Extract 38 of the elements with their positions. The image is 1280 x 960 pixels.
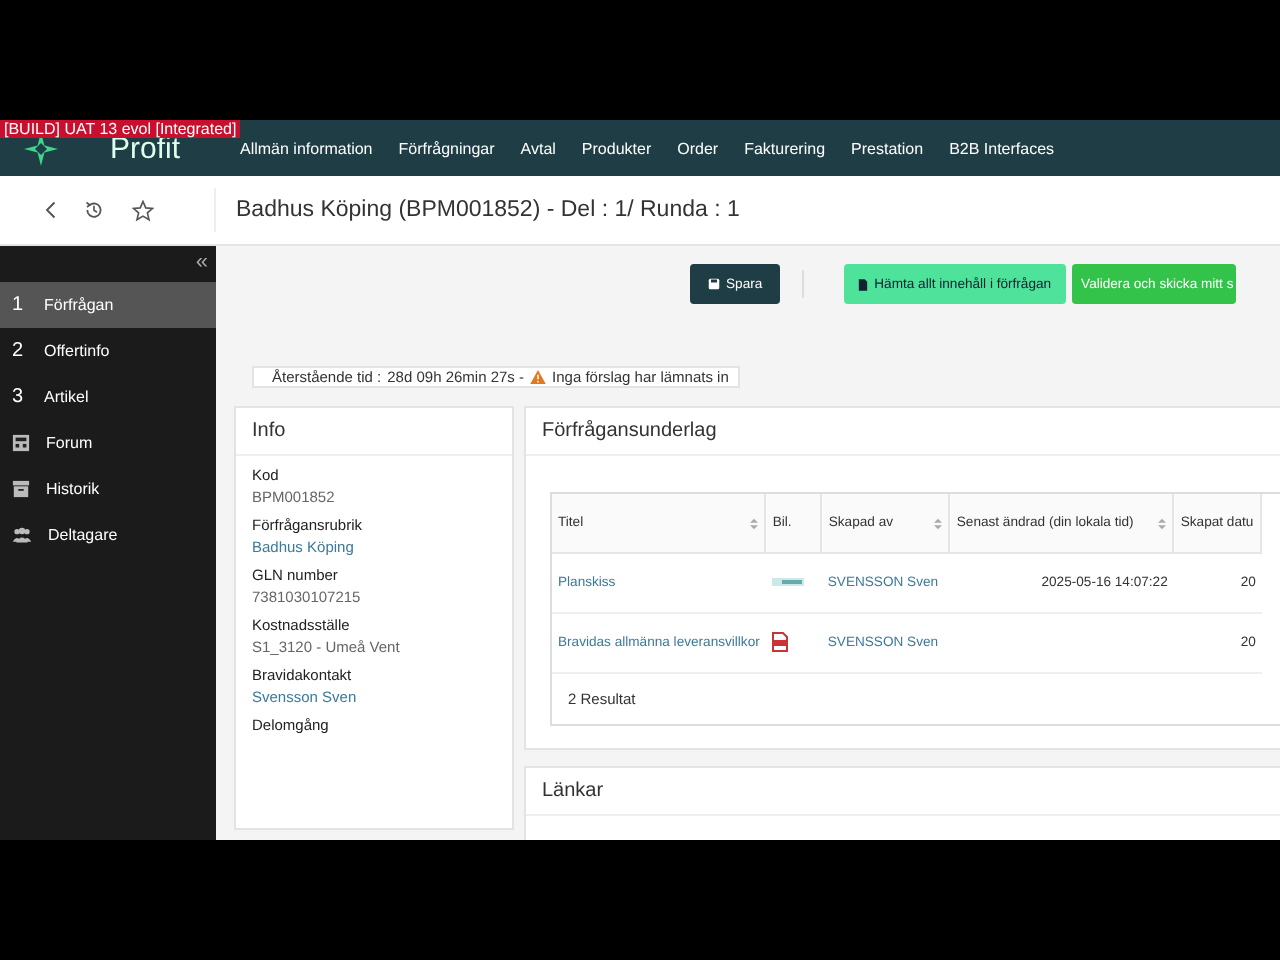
panel-title: Förfrågansunderlag [526,408,1280,456]
sidebar-item[interactable]: Historik [0,466,216,512]
nav-menu-item[interactable]: Order [677,139,719,157]
nav-menu-item[interactable]: Förfrågningar [398,139,495,157]
panel-title: Länkar [526,768,1280,816]
star-icon[interactable] [132,199,154,221]
nav-menu-item[interactable]: Fakturering [744,139,826,157]
sidebar-item[interactable]: 2 Offertinfo [0,328,216,374]
step-number: 1 [12,294,26,316]
sidebar-label: Förfrågan [44,296,114,314]
sidebar-label: Deltagare [48,526,118,544]
nav-menu-item[interactable]: Allmän information [240,139,373,157]
history-icon[interactable] [84,200,104,220]
panel-title: Info [236,408,512,456]
calculator-icon [12,434,30,452]
nav-menu-item[interactable]: Prestation [851,139,924,157]
sidebar-item[interactable]: 3 Artikel [0,374,216,420]
nav-menu-item[interactable]: Produkter [581,139,652,157]
sidebar-label: Artikel [44,388,89,406]
sidebar-label: Offertinfo [44,342,110,360]
sidebar-item[interactable]: Forum [0,420,216,466]
archive-icon [12,480,30,498]
step-number: 3 [12,386,26,408]
sidebar-item[interactable]: 1 Förfrågan [0,282,216,328]
pdf-icon[interactable] [771,631,788,651]
step-number: 2 [12,340,26,362]
page-title: Badhus Köping (BPM001852) - Del : 1/ Runda : 1 [234,198,740,222]
sidebar-label: Forum [46,434,93,452]
nav-menu-item[interactable]: B2B Interfaces [949,139,1055,157]
document-icon [858,277,869,291]
people-icon [12,526,32,544]
collapse-sidebar-button[interactable]: « [0,246,216,282]
image-thumbnail-icon[interactable] [771,578,804,586]
back-icon[interactable] [44,200,56,220]
sidebar-label: Historik [46,480,100,498]
save-icon [708,278,720,290]
sidebar-item[interactable]: Deltagare [0,512,216,558]
nav-menu-item[interactable]: Avtal [520,139,556,157]
